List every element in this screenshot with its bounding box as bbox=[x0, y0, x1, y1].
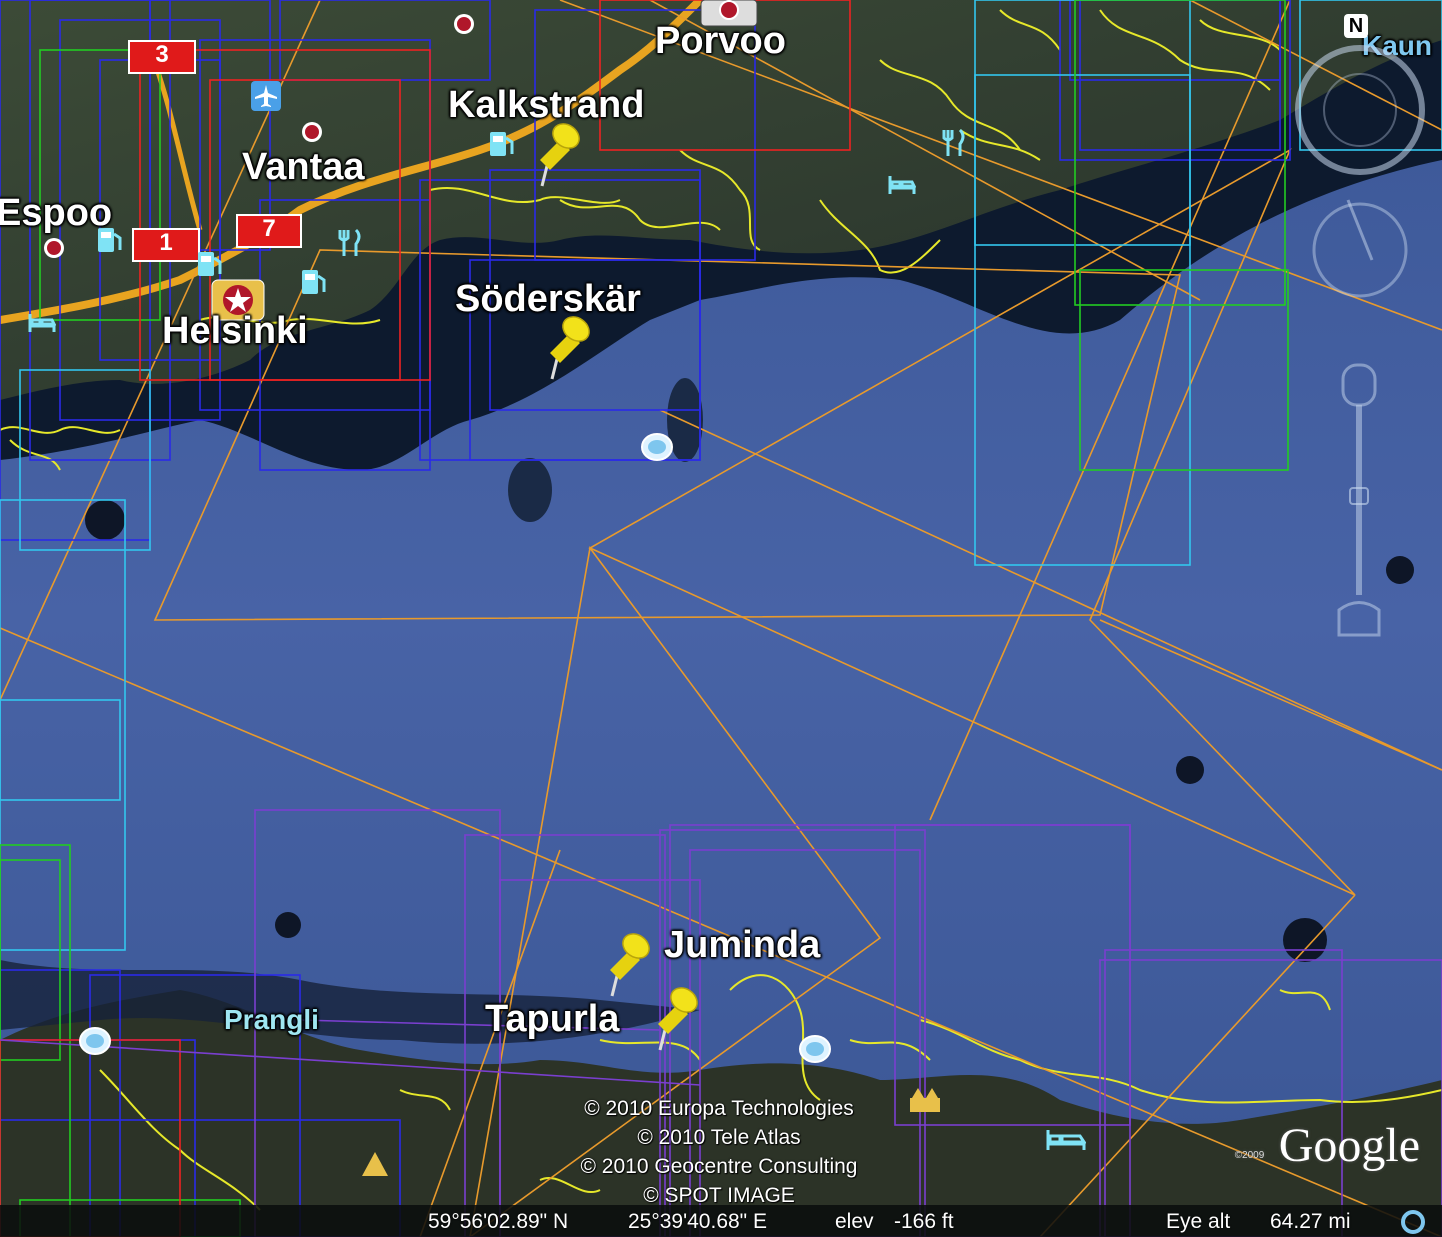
pushpin-tapurla[interactable] bbox=[648, 986, 700, 1052]
pushpin-kalkstrand[interactable] bbox=[530, 122, 582, 188]
pushpin-juminda[interactable] bbox=[600, 932, 652, 998]
map-imagery bbox=[0, 0, 1442, 1237]
longitude-readout: 25°39'40.68" E bbox=[628, 1210, 767, 1233]
latitude-readout: 59°56'02.89" N bbox=[428, 1210, 569, 1233]
compass-north-button[interactable]: N bbox=[1344, 14, 1368, 38]
logo-year: ©2009 bbox=[1234, 1150, 1265, 1161]
zoom-in-button[interactable] bbox=[1343, 365, 1375, 405]
place-dot-icon[interactable] bbox=[42, 236, 66, 260]
eye-alt-label: Eye alt bbox=[1166, 1210, 1231, 1233]
google-logo: ©2009 Google bbox=[1235, 1118, 1420, 1173]
copyright-line: © 2010 Tele Atlas bbox=[637, 1126, 801, 1149]
island bbox=[85, 500, 125, 540]
fuel-icon[interactable] bbox=[300, 268, 328, 298]
fuel-icon[interactable] bbox=[196, 250, 224, 280]
lodging-icon[interactable] bbox=[888, 174, 916, 196]
road-shield-7: 7 bbox=[236, 214, 302, 248]
label-tapurla[interactable]: Tapurla bbox=[485, 1000, 619, 1038]
island bbox=[275, 912, 301, 938]
label-soderskar[interactable]: Söderskär bbox=[455, 280, 641, 318]
road-shield-1: 1 bbox=[132, 228, 200, 262]
copyright-line: © 2010 Geocentre Consulting bbox=[580, 1155, 858, 1178]
move-joystick[interactable] bbox=[1314, 204, 1406, 296]
label-porvoo[interactable]: Porvoo bbox=[655, 22, 786, 60]
island bbox=[1176, 756, 1204, 784]
elevation-value: -166 ft bbox=[894, 1210, 954, 1233]
place-dot-icon[interactable] bbox=[300, 120, 324, 144]
zoom-out-button[interactable] bbox=[1339, 595, 1379, 635]
label-juminda[interactable]: Juminda bbox=[664, 926, 820, 964]
label-prangli[interactable]: Prangli bbox=[224, 1006, 319, 1034]
island bbox=[1283, 918, 1327, 962]
label-kalkstrand[interactable]: Kalkstrand bbox=[448, 86, 644, 124]
status-bar: 59°56'02.89" N 25°39'40.68" E elev -166 … bbox=[0, 1205, 1442, 1237]
restaurant-icon[interactable] bbox=[942, 128, 968, 158]
place-dot-icon[interactable] bbox=[452, 12, 476, 36]
label-espoo[interactable]: Espoo bbox=[0, 194, 112, 232]
airport-icon[interactable] bbox=[250, 80, 282, 112]
eye-alt-value: 64.27 mi bbox=[1270, 1210, 1351, 1233]
fuel-icon[interactable] bbox=[488, 130, 516, 160]
photo-bubble-icon[interactable] bbox=[798, 1034, 832, 1066]
copyright-line: © 2010 Europa Technologies bbox=[584, 1097, 854, 1120]
road-shield-3: 3 bbox=[128, 40, 196, 74]
label-vantaa[interactable]: Vantaa bbox=[242, 148, 365, 186]
lodging-icon[interactable] bbox=[28, 312, 56, 334]
streaming-status-icon bbox=[1401, 1210, 1425, 1234]
elevation-label: elev bbox=[835, 1210, 874, 1233]
photo-bubble-icon[interactable] bbox=[78, 1026, 112, 1058]
restaurant-icon[interactable] bbox=[338, 228, 364, 258]
pushpin-soderskar[interactable] bbox=[540, 315, 592, 381]
look-joystick[interactable] bbox=[1298, 48, 1422, 172]
photo-bubble-icon[interactable] bbox=[640, 432, 674, 464]
map-view[interactable]: 3 1 7 Porvoo Kalkstrand Vantaa Espoo Hel… bbox=[0, 0, 1442, 1237]
label-helsinki[interactable]: Helsinki bbox=[162, 312, 308, 350]
google-logo-text: Google bbox=[1278, 1119, 1420, 1172]
